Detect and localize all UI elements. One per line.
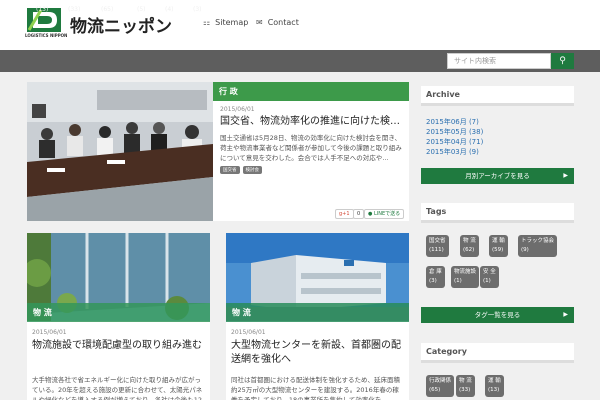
tag-label: 安 全 (483, 269, 496, 275)
article-excerpt: 大手物流各社で省エネルギー化に向けた取り組みが広がっている。20年を超える施設の… (32, 376, 203, 400)
sitemap-icon: ⚏ (203, 18, 211, 27)
tag-count: (62) (463, 247, 475, 253)
archive-widget-title: Archive (421, 86, 574, 106)
featured-article[interactable]: 行 政 2015/06/01 国交省、物流効率化の推進に向けた検討会を開催、関係… (27, 82, 409, 221)
post-date: 2015/06/01 (220, 106, 255, 113)
category-count: (13) (488, 387, 500, 393)
tag-count: (111) (429, 247, 444, 253)
nav-item[interactable]: (5) (137, 6, 146, 13)
tag-pill[interactable]: 検討会 (242, 166, 262, 174)
tag-chip[interactable]: 倉 庫 (3) (426, 266, 445, 288)
category-chip[interactable]: 運 輸 (13) (485, 375, 504, 397)
nav-item[interactable]: (13) (36, 6, 48, 13)
category-count: (33) (459, 387, 471, 393)
search-button[interactable]: ⚲ (551, 53, 574, 69)
category-chip[interactable]: 行政関係 (65) (426, 375, 455, 397)
archive-link[interactable]: 2015年04月 (71) (426, 137, 483, 147)
share-count: 0 (353, 209, 365, 219)
post-date: 2015/06/01 (231, 329, 266, 336)
sitemap-link[interactable]: ⚏ Sitemap (203, 18, 248, 27)
contact-label: Contact (267, 18, 299, 27)
tags-widget-title: Tags (421, 203, 574, 223)
nav-item[interactable]: (4) (165, 6, 174, 13)
tag-pill[interactable]: 国交省 (220, 166, 240, 174)
article-title[interactable]: 国交省、物流効率化の推進に向けた検討会を開催、関係者が意見交換 (220, 115, 404, 131)
archive-link[interactable]: 2015年03月 (9) (426, 147, 479, 157)
line-share-button[interactable]: ● LINEで送る (364, 209, 405, 219)
article-excerpt: 同社は首都圏における配送体制を強化するため、延床面積約25万㎡の大型物流センター… (231, 376, 400, 400)
category-label[interactable]: 行 政 (213, 82, 409, 101)
category-label[interactable]: 物 流 (27, 303, 210, 322)
category-label: 運 輸 (488, 378, 501, 384)
post-date: 2015/06/01 (32, 329, 67, 336)
tag-label: 倉 庫 (429, 269, 442, 275)
tags-more-button[interactable]: タグ一覧を見る ▶ (421, 307, 574, 323)
tag-count: (9) (521, 247, 529, 253)
archive-more-label: 月別アーカイブを見る (465, 172, 530, 180)
article-card[interactable]: 物 流 2015/06/01 物流施設で環境配慮型の取り組み進む 大手物流各社で… (27, 233, 210, 400)
nav-item[interactable]: (65) (101, 6, 113, 13)
article-title[interactable]: 物流施設で環境配慮型の取り組み進む (32, 339, 206, 353)
tag-label: 物 流 (463, 238, 476, 244)
category-chip[interactable]: 物 流 (33) (456, 375, 475, 397)
article-card[interactable]: 物 流 2015/06/01 大型物流センターを新設、首都圏の配送網を強化へ 同… (226, 233, 409, 400)
category-label: 行政関係 (429, 378, 452, 384)
tag-label: 物流施設 (454, 269, 477, 275)
gplus-button[interactable]: g+1 (335, 209, 354, 219)
search-icon: ⚲ (559, 56, 566, 66)
tags-more-label: タグ一覧を見る (474, 311, 521, 319)
tag-list: 国交省 検討会 (220, 164, 265, 174)
tag-chip[interactable]: 運 輸 (59) (489, 235, 508, 257)
tag-chip[interactable]: 国交省 (111) (426, 235, 449, 257)
archive-link[interactable]: 2015年06月 (7) (426, 117, 479, 127)
category-label[interactable]: 物 流 (226, 303, 409, 322)
meeting-photo (27, 82, 213, 221)
nav-item[interactable]: (3) (193, 6, 202, 13)
caret-right-icon: ▶ (563, 172, 568, 179)
archive-link[interactable]: 2015年05月 (38) (426, 127, 483, 137)
tag-chip[interactable]: 安 全 (1) (480, 266, 499, 288)
envelope-icon: ✉ (256, 18, 263, 27)
site-header: LOGISTICS NIPPON 物流ニッポン ⚏ Sitemap ✉ Contac… (0, 0, 600, 50)
article-excerpt: 国土交通省は5月28日、物流の効率化に向けた検討会を開き、荷主や物流事業者など関… (220, 134, 402, 162)
tag-label: 運 輸 (492, 238, 505, 244)
caret-right-icon: ▶ (563, 311, 568, 318)
search-input[interactable]: サイト内検索 (447, 53, 551, 69)
site-title[interactable]: 物流ニッポン (70, 12, 172, 37)
tag-chip[interactable]: 物 流 (62) (460, 235, 479, 257)
category-widget-title: Category (421, 343, 574, 363)
article-title[interactable]: 大型物流センターを新設、首都圏の配送網を強化へ (231, 339, 405, 367)
nav-item[interactable]: (33) (68, 6, 80, 13)
tag-label: 国交省 (429, 238, 446, 244)
contact-link[interactable]: ✉ Contact (256, 18, 299, 27)
archive-more-button[interactable]: 月別アーカイブを見る ▶ (421, 168, 574, 184)
tag-count: (59) (492, 247, 504, 253)
tag-chip[interactable]: 物流施設 (1) (451, 266, 480, 288)
sitemap-label: Sitemap (215, 18, 249, 27)
tag-label: トラック協会 (521, 238, 555, 244)
tag-count: (3) (429, 278, 437, 284)
tag-count: (1) (483, 278, 491, 284)
tag-count: (1) (454, 278, 462, 284)
logo-subtext: LOGISTICS NIPPON (25, 33, 68, 38)
line-share-label: LINEで送る (373, 211, 401, 217)
category-label: 物 流 (459, 378, 472, 384)
category-count: (65) (429, 387, 441, 393)
tag-chip[interactable]: トラック協会 (9) (518, 235, 558, 257)
